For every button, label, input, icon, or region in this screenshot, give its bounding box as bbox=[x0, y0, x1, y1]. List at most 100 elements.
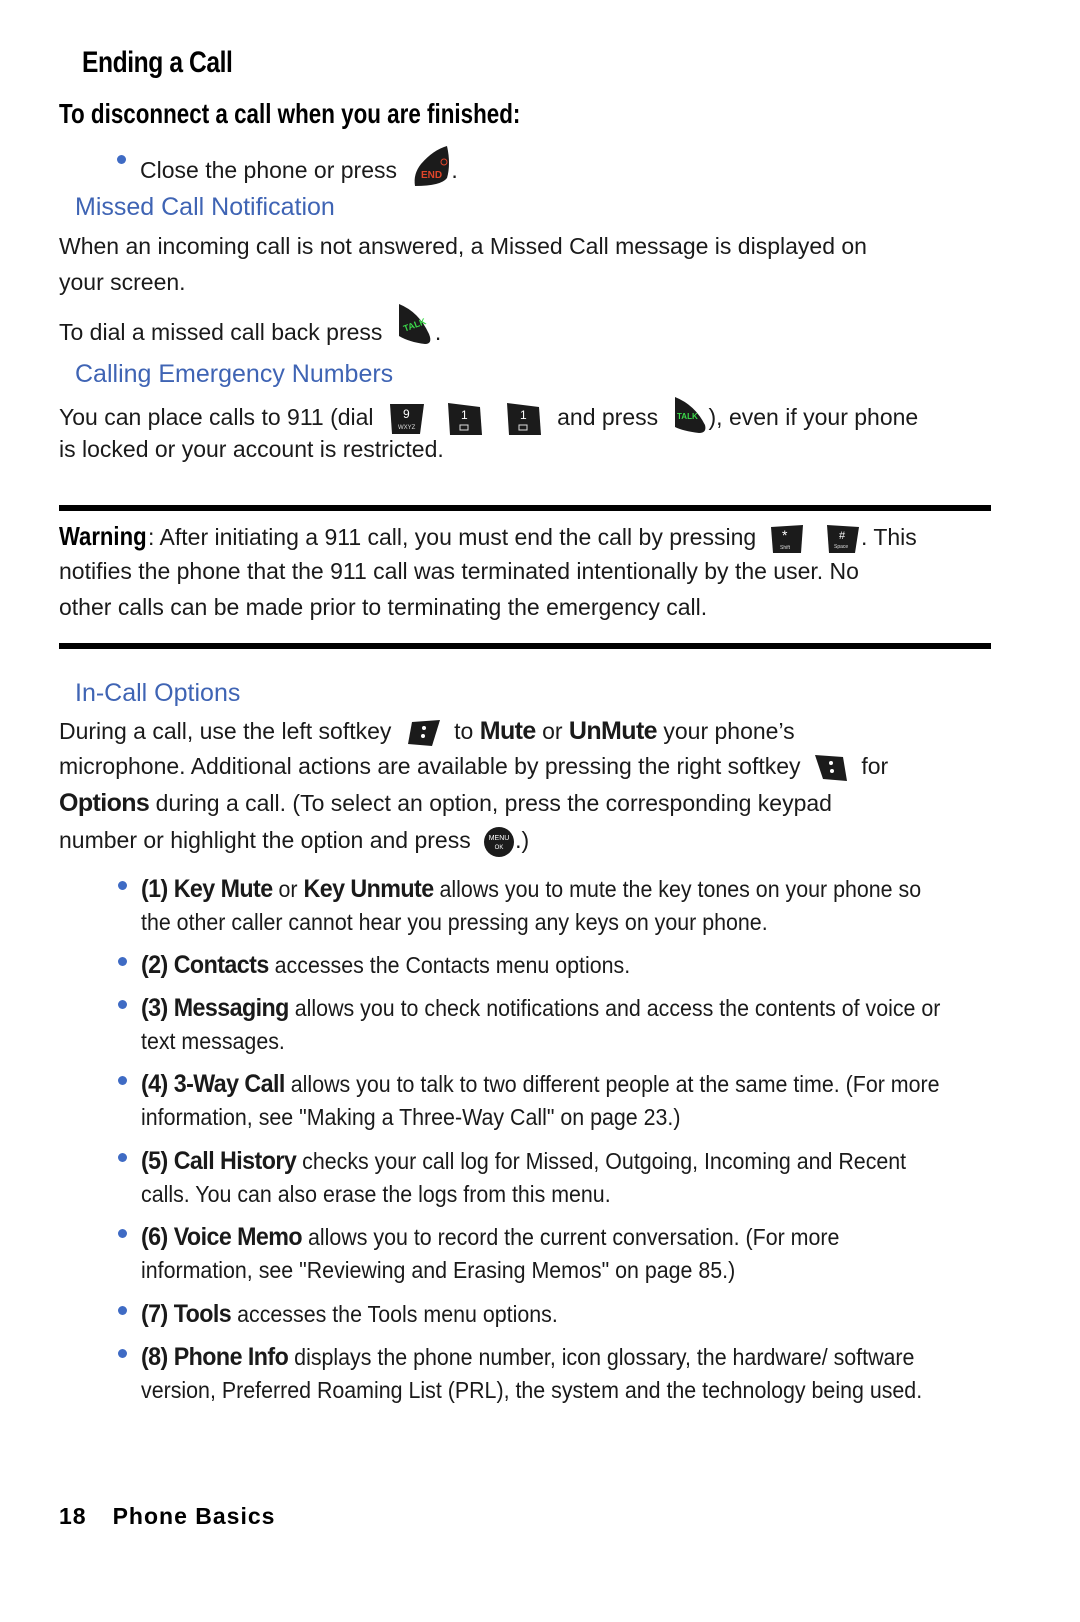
section-subtitle: To disconnect a call when you are finish… bbox=[59, 98, 521, 129]
in-call-text: microphone. Additional actions are avail… bbox=[59, 753, 801, 780]
warning-text: : After initiating a 911 call, you must … bbox=[148, 524, 757, 550]
missed-call-para-line2: your screen. bbox=[59, 269, 186, 295]
emergency-line2: is locked or your account is restricted. bbox=[59, 436, 444, 462]
svg-text:1: 1 bbox=[461, 408, 468, 422]
emergency-heading: Calling Emergency Numbers bbox=[75, 360, 394, 388]
bullet-icon bbox=[117, 155, 126, 164]
option-title: (2) bbox=[141, 951, 168, 979]
svg-text:Space: Space bbox=[834, 544, 848, 550]
option-title: 3-Way Call bbox=[173, 1070, 286, 1098]
warning-line3: other calls can be made prior to termina… bbox=[59, 594, 708, 620]
svg-text:#: # bbox=[839, 530, 846, 542]
missed-call-callback: To dial a missed call back press TALK . bbox=[59, 304, 442, 356]
in-call-text: .) bbox=[515, 827, 530, 854]
option-text: or bbox=[278, 876, 298, 902]
divider-top bbox=[59, 505, 991, 511]
star-key-icon: * Shift bbox=[769, 523, 805, 555]
key-1-icon: 1 bbox=[446, 401, 484, 437]
in-call-text: your phone’s bbox=[663, 718, 795, 744]
option-title: (5) bbox=[141, 1147, 168, 1175]
page-title: Ending a Call bbox=[82, 46, 233, 79]
menu-ok-key-icon: MENU OK bbox=[483, 826, 515, 858]
bullet-icon bbox=[118, 1306, 127, 1315]
end-call-period: . bbox=[451, 157, 458, 184]
option-title: Tools bbox=[173, 1300, 232, 1328]
in-call-line4: number or highlight the option and press… bbox=[59, 826, 529, 858]
key-9-icon: 9 WXYZ bbox=[388, 402, 426, 436]
divider-bottom bbox=[59, 643, 991, 649]
missed-call-para-line1: When an incoming call is not answered, a… bbox=[59, 233, 867, 259]
option-item: (1) Key Mute or Key Unmute allows you to… bbox=[141, 873, 941, 939]
bullet-icon bbox=[118, 1076, 127, 1085]
end-call-instruction: Close the phone or press END . bbox=[140, 146, 458, 194]
option-item: (7) Tools accesses the Tools menu option… bbox=[141, 1298, 941, 1331]
svg-text:9: 9 bbox=[403, 407, 410, 421]
callback-text: To dial a missed call back press bbox=[59, 319, 383, 346]
in-call-heading: In-Call Options bbox=[75, 679, 241, 707]
bullet-icon bbox=[118, 1349, 127, 1358]
end-key-label: END bbox=[421, 170, 442, 181]
option-item: (4) 3-Way Call allows you to talk to two… bbox=[141, 1068, 941, 1134]
in-call-text: number or highlight the option and press bbox=[59, 827, 471, 854]
option-title: (8) bbox=[141, 1343, 168, 1371]
mute-label: Mute bbox=[479, 717, 537, 745]
option-item: (5) Call History checks your call log fo… bbox=[141, 1145, 941, 1211]
talk-key-icon: TALK bbox=[671, 395, 709, 435]
option-item: (2) Contacts accesses the Contacts menu … bbox=[141, 949, 941, 982]
warning-line2: notifies the phone that the 911 call was… bbox=[59, 558, 859, 584]
page-number: 18 bbox=[59, 1503, 87, 1529]
warning-line1: Warning: After initiating a 911 call, yo… bbox=[59, 521, 917, 555]
in-call-text: to bbox=[454, 718, 474, 744]
option-text: accesses the Tools menu options. bbox=[237, 1301, 558, 1327]
option-title: Key Unmute bbox=[303, 875, 435, 903]
emergency-text-before: You can place calls to 911 (dial bbox=[59, 404, 374, 431]
footer-section: Phone Basics bbox=[112, 1503, 276, 1529]
warning-text-after: . This bbox=[860, 524, 917, 550]
emergency-text-after: ), even if your phone bbox=[708, 404, 919, 431]
bullet-icon bbox=[118, 957, 127, 966]
emergency-text-mid: and press bbox=[557, 404, 659, 431]
option-title: Contacts bbox=[173, 951, 270, 979]
key-1-icon: 1 bbox=[505, 401, 543, 437]
option-item: (3) Messaging allows you to check notifi… bbox=[141, 992, 941, 1058]
bullet-icon bbox=[118, 1000, 127, 1009]
option-title: (6) bbox=[141, 1223, 168, 1251]
pound-key-icon: # Space bbox=[825, 523, 861, 555]
in-call-line3: Options during a call. (To select an opt… bbox=[59, 789, 832, 818]
bullet-icon bbox=[118, 1153, 127, 1162]
end-call-text: Close the phone or press bbox=[140, 157, 397, 184]
missed-call-heading: Missed Call Notification bbox=[75, 193, 335, 221]
talk-key-icon: TALK bbox=[395, 302, 435, 346]
option-title: Key Mute bbox=[173, 875, 273, 903]
in-call-text: for bbox=[861, 753, 889, 780]
warning-label: Warning bbox=[59, 521, 147, 551]
option-item: (8) Phone Info displays the phone number… bbox=[141, 1341, 941, 1407]
svg-text:TALK: TALK bbox=[677, 412, 698, 421]
in-call-line1: During a call, use the left softkey to M… bbox=[59, 717, 795, 748]
right-softkey-icon bbox=[813, 753, 849, 783]
in-call-text: During a call, use the left softkey bbox=[59, 718, 392, 744]
option-title: (1) bbox=[141, 875, 168, 903]
end-key-icon: END bbox=[411, 144, 451, 188]
left-softkey-icon bbox=[406, 718, 442, 748]
option-title: (4) bbox=[141, 1070, 168, 1098]
option-item: (6) Voice Memo allows you to record the … bbox=[141, 1221, 941, 1287]
option-title: (3) bbox=[141, 994, 168, 1022]
svg-text:Shift: Shift bbox=[780, 545, 791, 551]
option-title: Voice Memo bbox=[173, 1223, 303, 1251]
option-title: Messaging bbox=[173, 994, 290, 1022]
svg-text:MENU: MENU bbox=[489, 835, 510, 842]
option-title: Call History bbox=[173, 1147, 297, 1175]
callback-period: . bbox=[434, 319, 442, 346]
in-call-line2: microphone. Additional actions are avail… bbox=[59, 753, 888, 783]
option-title: (7) bbox=[141, 1300, 168, 1328]
option-title: Phone Info bbox=[173, 1343, 289, 1371]
options-label: Options bbox=[59, 789, 150, 817]
bullet-icon bbox=[118, 1229, 127, 1238]
bullet-icon bbox=[118, 881, 127, 890]
page-footer: 18 Phone Basics bbox=[59, 1503, 275, 1530]
in-call-text: or bbox=[542, 718, 563, 744]
in-call-text: during a call. (To select an option, pre… bbox=[155, 790, 832, 816]
option-text: accesses the Contacts menu options. bbox=[274, 952, 631, 978]
emergency-line1: You can place calls to 911 (dial 9 WXYZ 1… bbox=[59, 397, 919, 439]
